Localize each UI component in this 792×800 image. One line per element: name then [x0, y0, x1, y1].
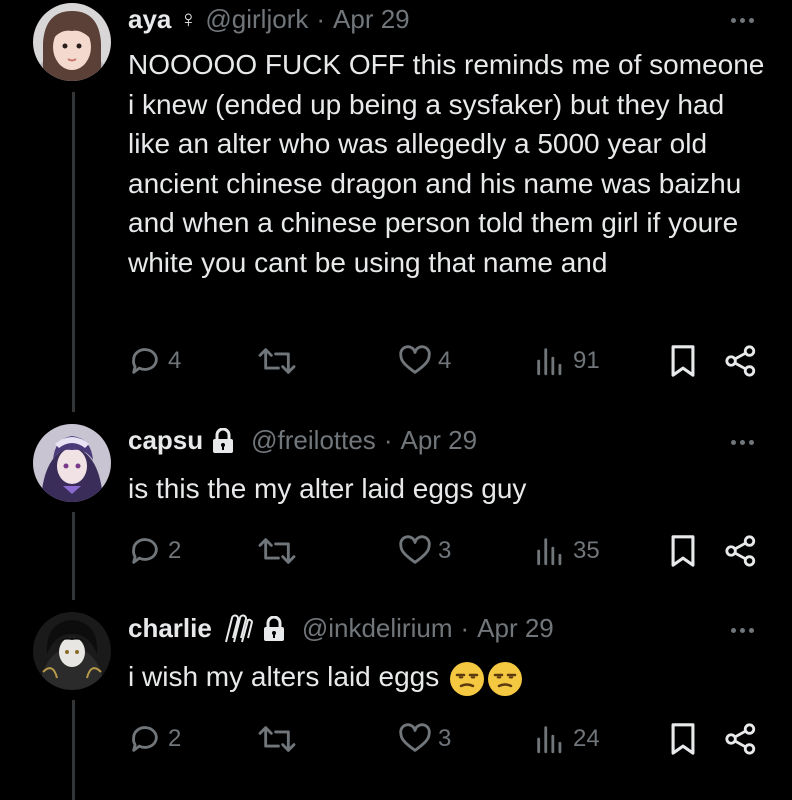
heart-icon: [399, 535, 431, 564]
retweet-button[interactable]: [258, 344, 302, 378]
like-count: 3: [438, 725, 452, 752]
views-button[interactable]: 35: [533, 534, 600, 568]
retweet-button[interactable]: [258, 534, 302, 568]
reply-icon: [132, 538, 158, 564]
bookmark-icon: [671, 535, 695, 567]
safety-pins-icon: [224, 613, 253, 642]
tweet-text: is this the my alter laid eggs guy: [128, 473, 527, 504]
reply-count: 4: [168, 347, 182, 374]
retweet-button[interactable]: [258, 722, 302, 756]
more-options-icon[interactable]: [722, 432, 762, 452]
share-button[interactable]: [724, 722, 758, 756]
views-icon: [537, 726, 562, 754]
share-icon: [725, 723, 756, 755]
retweet-icon: [258, 538, 296, 564]
like-count: 4: [438, 347, 452, 374]
reply-icon: [132, 348, 158, 374]
action-bar: 2 3 24: [128, 720, 768, 760]
display-name[interactable]: capsu: [128, 425, 203, 456]
lock-icon: [263, 615, 284, 641]
views-button[interactable]: 91: [533, 344, 600, 378]
reply-count: 2: [168, 537, 182, 564]
reply-button[interactable]: 2: [128, 722, 181, 756]
separator: ·: [316, 4, 326, 34]
reply-button[interactable]: 4: [128, 344, 181, 378]
separator: ·: [460, 613, 470, 643]
display-name[interactable]: aya: [128, 4, 171, 35]
bookmark-button[interactable]: [668, 344, 698, 378]
share-icon: [725, 535, 756, 567]
action-bar: 2 3 35: [128, 532, 768, 572]
bookmark-button[interactable]: [668, 534, 698, 568]
timestamp[interactable]: Apr 29: [400, 425, 477, 456]
tweet-header: aya ♀ @girljork · Apr 29: [128, 4, 410, 35]
reply-count: 2: [168, 725, 182, 752]
tweet-text: i wish my alters laid eggs: [128, 661, 440, 692]
tweet-text-container: i wish my alters laid eggs: [128, 657, 768, 697]
separator: ·: [383, 425, 393, 455]
like-button[interactable]: 4: [398, 344, 451, 378]
views-button[interactable]: 24: [533, 722, 600, 756]
username[interactable]: @girljork: [205, 4, 308, 35]
retweet-icon: [258, 726, 296, 752]
timestamp[interactable]: Apr 29: [333, 4, 410, 35]
share-button[interactable]: [724, 534, 758, 568]
views-icon: [537, 348, 562, 376]
avatar[interactable]: [33, 3, 111, 81]
username[interactable]: @inkdelirium: [302, 613, 453, 644]
like-count: 3: [438, 537, 452, 564]
heart-icon: [399, 345, 431, 374]
tweet-header: charlie @inkdelirium · Apr 29: [128, 613, 554, 644]
retweet-icon: [258, 348, 296, 374]
unamused-face-icon: [488, 661, 523, 696]
bookmark-button[interactable]: [668, 722, 698, 756]
avatar[interactable]: [33, 612, 111, 690]
more-options-icon[interactable]: [722, 620, 762, 640]
display-name[interactable]: charlie: [128, 613, 212, 644]
tweet-header: capsu @freilottes · Apr 29: [128, 425, 477, 456]
username[interactable]: @freilottes: [251, 425, 376, 456]
lock-icon: [213, 427, 234, 453]
bookmark-icon: [671, 345, 695, 377]
share-icon: [725, 345, 756, 377]
venus-icon: ♀: [179, 5, 198, 33]
reply-button[interactable]: 2: [128, 534, 181, 568]
avatar[interactable]: [33, 424, 111, 502]
heart-icon: [399, 723, 431, 752]
like-button[interactable]: 3: [398, 722, 451, 756]
tweet-text: NOOOOO FUCK OFF this reminds me of someo…: [128, 49, 765, 278]
tweet[interactable]: charlie @inkdelirium · Apr 29 i wish my …: [0, 608, 792, 800]
reply-icon: [132, 726, 158, 752]
more-options-icon[interactable]: [722, 10, 762, 30]
timestamp[interactable]: Apr 29: [477, 613, 554, 644]
like-button[interactable]: 3: [398, 534, 451, 568]
tweet[interactable]: capsu @freilottes · Apr 29 is this the m…: [0, 420, 792, 600]
views-icon: [537, 538, 562, 566]
view-count: 24: [573, 725, 600, 752]
view-count: 35: [573, 537, 600, 564]
share-button[interactable]: [724, 344, 758, 378]
unamused-face-icon: [450, 661, 485, 696]
view-count: 91: [573, 347, 600, 374]
action-bar: 4 4 91: [128, 342, 768, 382]
tweet[interactable]: aya ♀ @girljork · Apr 29 NOOOOO FUCK OFF…: [0, 0, 792, 410]
bookmark-icon: [671, 723, 695, 755]
